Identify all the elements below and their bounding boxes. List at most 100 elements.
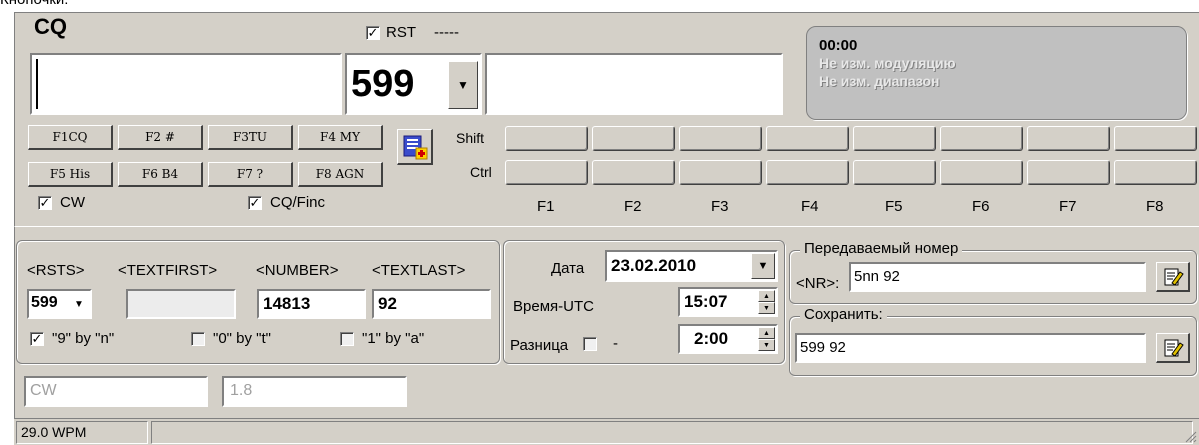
option-0-by-t[interactable]: "0" by "t" [191, 330, 271, 347]
rst-dashes: ----- [434, 24, 459, 41]
info-time: 00:00 [819, 37, 858, 54]
rst-combo[interactable]: 599 ▼ [345, 53, 482, 115]
utc-spinner[interactable]: ▲ ▼ [757, 290, 775, 314]
shift-f3-key[interactable] [679, 126, 762, 151]
edit-pencil-icon [1164, 268, 1184, 286]
rsts-combo[interactable]: 599 ▼ [27, 289, 92, 319]
option-1-by-a-label: "1" by "a" [362, 330, 425, 347]
macro-button-f1[interactable]: F1CQ [28, 125, 113, 150]
diff-label: Разница [510, 337, 569, 354]
date-label: Дата [551, 260, 585, 277]
utc-label: Время-UTC [513, 298, 594, 315]
fkey-label-f1: F1 [537, 198, 555, 215]
ctrl-f1-key[interactable] [505, 160, 588, 185]
ctrl-f6-key[interactable] [940, 160, 1023, 185]
number-field[interactable]: 14813 [257, 289, 366, 319]
nr-label: <NR>: [796, 275, 840, 292]
diff-sign: - [613, 335, 618, 352]
checkbox-box [340, 331, 354, 346]
status-pane-2 [151, 421, 1193, 444]
macro-button-f2[interactable]: F2 # [118, 125, 203, 150]
shift-f6-key[interactable] [940, 126, 1023, 151]
spin-up-icon[interactable]: ▲ [758, 290, 775, 302]
band-value: 1.8 [230, 382, 253, 399]
macro-button-f4[interactable]: F4 MY [298, 125, 383, 150]
fkey-label-f8: F8 [1146, 198, 1164, 215]
textfirst-header: <TEXTFIRST> [118, 262, 218, 279]
info-modulation: Не изм. модуляцию [819, 55, 956, 71]
ctrl-f2-key[interactable] [592, 160, 675, 185]
status-wpm-pane: 29.0 WPM [16, 421, 148, 444]
date-value: 23.02.2010 [611, 256, 697, 275]
cqfinc-checkbox[interactable]: ✓ CQ/Finc [248, 194, 325, 211]
cw-checkbox[interactable]: ✓ CW [38, 194, 85, 211]
edit-macros-button[interactable] [397, 129, 433, 165]
diff-spinner[interactable]: ▲ ▼ [757, 327, 775, 351]
textlast-field[interactable]: 92 [372, 289, 491, 319]
transmit-group-label: Передаваемый номер [800, 240, 963, 257]
option-1-by-a[interactable]: "1" by "a" [340, 330, 424, 347]
ctrl-f8-key[interactable] [1114, 160, 1197, 185]
fkey-label-f2: F2 [624, 198, 642, 215]
diff-checkbox[interactable] [583, 337, 597, 351]
save-edit-button[interactable] [1156, 333, 1190, 363]
macro-button-f7[interactable]: F7 ? [208, 162, 293, 187]
nr-value: 5nn 92 [854, 268, 900, 285]
save-value: 599 92 [800, 339, 846, 356]
spin-down-icon[interactable]: ▼ [758, 339, 775, 351]
save-group-label: Сохранить: [800, 306, 887, 323]
status-bar: 29.0 WPM [14, 418, 1199, 445]
resize-grip-icon[interactable] [1183, 429, 1197, 443]
macro-button-f3[interactable]: F3TU [208, 125, 293, 150]
macro-button-f5[interactable]: F5 His [28, 162, 113, 187]
rst-checkbox[interactable]: ✓ RST ----- [366, 24, 459, 41]
utc-value: 15:07 [684, 292, 728, 311]
checkbox-box [191, 331, 205, 346]
diff-time-field[interactable]: 2:00 ▲ ▼ [678, 324, 778, 354]
shift-f7-key[interactable] [1027, 126, 1110, 151]
check-icon: ✓ [38, 194, 52, 210]
mode-field: CW [24, 376, 208, 407]
shift-f8-key[interactable] [1114, 126, 1197, 151]
date-dropdown-button[interactable]: ▼ [751, 253, 775, 279]
status-wpm: 29.0 WPM [21, 424, 87, 440]
check-icon: ✓ [366, 24, 380, 40]
fkey-label-f7: F7 [1059, 198, 1077, 215]
nr-edit-button[interactable] [1156, 262, 1190, 292]
check-icon: ✓ [248, 194, 262, 210]
date-picker[interactable]: 23.02.2010 ▼ [605, 250, 778, 282]
ctrl-f7-key[interactable] [1027, 160, 1110, 185]
option-9-by-n[interactable]: ✓ "9" by "n" [30, 330, 114, 347]
edit-document-icon [403, 135, 427, 159]
band-field: 1.8 [222, 376, 407, 407]
macro-button-f6[interactable]: F6 B4 [118, 162, 203, 187]
macro-button-f8[interactable]: F8 AGN [298, 162, 383, 187]
exchange-input[interactable] [485, 53, 783, 115]
text-cursor [36, 59, 38, 109]
number-header: <NUMBER> [256, 262, 339, 279]
chevron-down-icon: ▼ [757, 260, 769, 272]
ctrl-f5-key[interactable] [853, 160, 936, 185]
textfirst-field[interactable] [126, 289, 236, 319]
shift-f5-key[interactable] [853, 126, 936, 151]
number-value: 14813 [263, 294, 311, 313]
shift-f2-key[interactable] [592, 126, 675, 151]
save-input[interactable]: 599 92 [795, 333, 1146, 363]
shift-f4-key[interactable] [766, 126, 849, 151]
rst-dropdown-button[interactable]: ▼ [448, 61, 478, 109]
ctrl-f4-key[interactable] [766, 160, 849, 185]
spin-down-icon[interactable]: ▼ [758, 302, 775, 314]
rst-label: RST [386, 24, 416, 41]
edit-pencil-icon [1164, 339, 1184, 357]
spin-up-icon[interactable]: ▲ [758, 327, 775, 339]
call-input[interactable] [30, 53, 342, 115]
shift-f1-key[interactable] [505, 126, 588, 151]
ctrl-f3-key[interactable] [679, 160, 762, 185]
fkey-label-f3: F3 [711, 198, 729, 215]
rst-value: 599 [351, 63, 415, 105]
nr-input[interactable]: 5nn 92 [849, 262, 1146, 292]
fkey-label-f4: F4 [801, 198, 819, 215]
rsts-header: <RSTS> [27, 262, 85, 279]
utc-time-field[interactable]: 15:07 ▲ ▼ [678, 287, 778, 317]
rsts-dropdown-button[interactable]: ▼ [69, 292, 89, 316]
